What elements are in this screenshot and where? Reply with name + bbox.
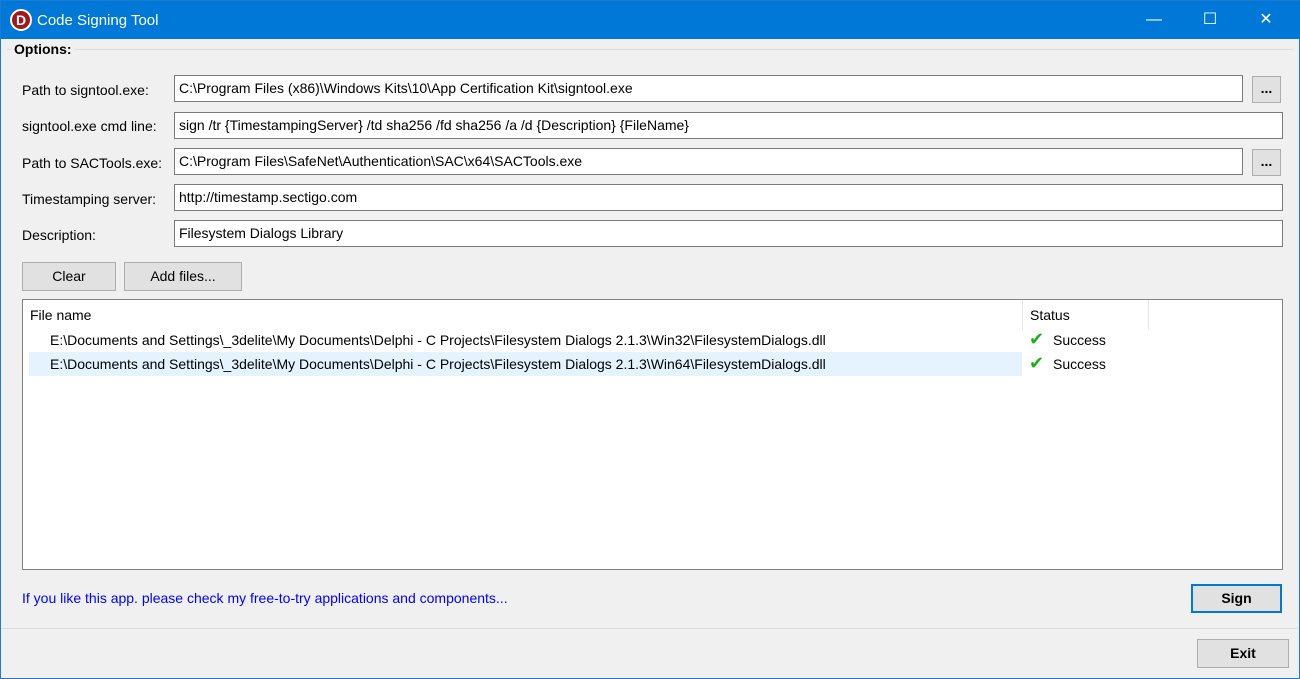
footer-divider — [1, 628, 1299, 629]
check-icon: ✔ — [1029, 329, 1045, 349]
clear-button[interactable]: Clear — [22, 262, 116, 291]
options-group-label: Options: — [11, 41, 75, 57]
title-bar: D Code Signing Tool — ☐ ✕ — [1, 1, 1300, 39]
timestamp-server-input[interactable]: http://timestamp.sectigo.com — [174, 184, 1283, 211]
column-header-status[interactable]: Status — [1023, 300, 1149, 330]
file-name-cell: E:\Documents and Settings\_3delite\My Do… — [29, 352, 1022, 376]
cmd-line-label: signtool.exe cmd line: — [22, 118, 157, 134]
app-logo-icon: D — [10, 9, 32, 31]
browse-signtool-button[interactable]: ... — [1252, 76, 1281, 103]
sactools-path-label: Path to SACTools.exe: — [22, 155, 163, 171]
table-row[interactable]: E:\Documents and Settings\_3delite\My Do… — [29, 352, 1279, 376]
minimize-button[interactable]: — — [1131, 1, 1177, 39]
options-divider — [7, 49, 1293, 50]
signtool-path-label: Path to signtool.exe: — [22, 82, 149, 98]
files-list[interactable]: File name Status E:\Documents and Settin… — [22, 299, 1283, 570]
file-name-cell: E:\Documents and Settings\_3delite\My Do… — [50, 332, 826, 348]
check-icon: ✔ — [1029, 353, 1045, 373]
app-window: D Code Signing Tool — ☐ ✕ Options: Path … — [0, 0, 1300, 679]
browse-sactools-button[interactable]: ... — [1252, 149, 1281, 176]
column-header-file-name[interactable]: File name — [23, 300, 1023, 330]
sactools-path-input[interactable]: C:\Program Files\SafeNet\Authentication\… — [174, 148, 1243, 175]
sign-button[interactable]: Sign — [1191, 584, 1282, 613]
status-cell: Success — [1053, 332, 1106, 348]
more-apps-link[interactable]: If you like this app. please check my fr… — [22, 590, 508, 606]
maximize-button[interactable]: ☐ — [1187, 1, 1233, 39]
cmd-line-input[interactable]: sign /tr {TimestampingServer} /td sha256… — [174, 112, 1283, 139]
status-cell: Success — [1053, 356, 1106, 372]
description-input[interactable]: Filesystem Dialogs Library — [174, 220, 1283, 247]
exit-button[interactable]: Exit — [1197, 639, 1289, 668]
table-row[interactable]: E:\Documents and Settings\_3delite\My Do… — [29, 328, 1279, 352]
signtool-path-input[interactable]: C:\Program Files (x86)\Windows Kits\10\A… — [174, 75, 1243, 102]
add-files-button[interactable]: Add files... — [124, 262, 242, 291]
window-title: Code Signing Tool — [37, 12, 159, 29]
timestamp-label: Timestamping server: — [22, 191, 157, 207]
close-button[interactable]: ✕ — [1243, 1, 1289, 39]
description-label: Description: — [22, 227, 96, 243]
